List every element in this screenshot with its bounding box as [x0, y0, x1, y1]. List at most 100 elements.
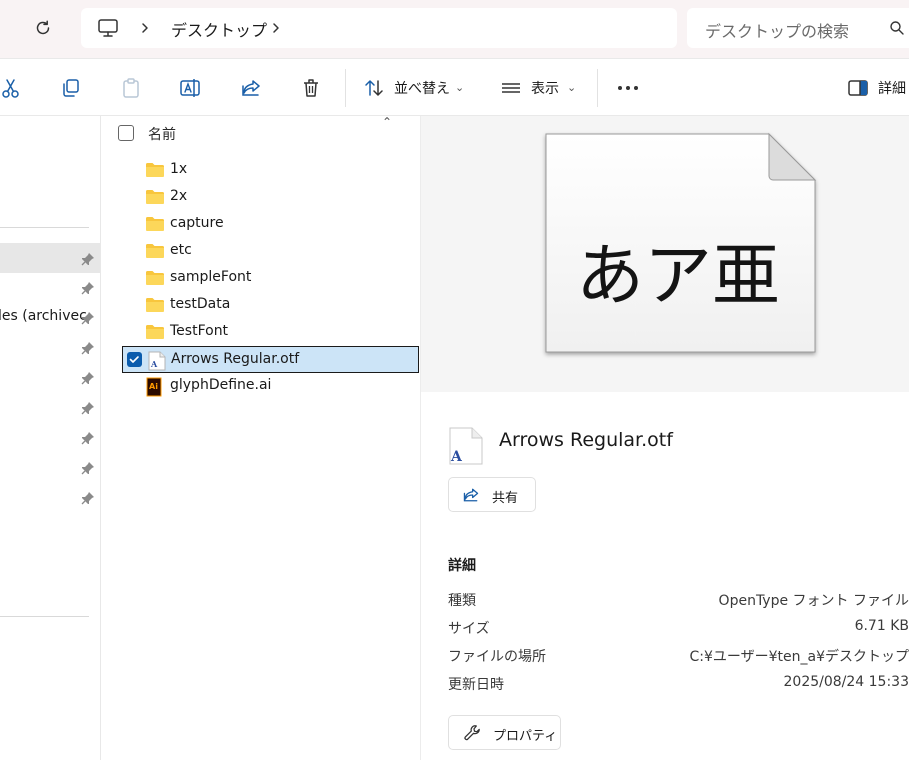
pin-icon	[81, 490, 95, 505]
computer-icon[interactable]	[97, 17, 119, 39]
delete-icon[interactable]	[299, 76, 323, 100]
copy-icon[interactable]	[59, 76, 83, 100]
chevron-down-icon[interactable]: ⌄	[567, 81, 576, 94]
list-item[interactable]: testData	[121, 292, 417, 319]
select-all-checkbox[interactable]	[118, 125, 134, 141]
breadcrumb[interactable]: デスクトップ	[81, 8, 677, 48]
command-bar: 並べ替え ⌄ 表示 ⌄ 詳細	[0, 58, 909, 116]
list-item[interactable]: Ai glyphDefine.ai	[121, 373, 417, 400]
file-list: 名前 ⌃ 1x 2x capture etc sampleFont testDa…	[101, 115, 421, 760]
nav-item[interactable]	[0, 452, 100, 482]
list-item-name: capture	[170, 215, 224, 231]
folder-icon	[145, 215, 165, 233]
column-header-name[interactable]: 名前	[148, 124, 176, 144]
chevron-down-icon[interactable]: ⌄	[455, 81, 464, 94]
paste-icon[interactable]	[119, 76, 143, 100]
property-label-size: サイズ	[448, 621, 490, 637]
list-item[interactable]: TestFont	[121, 319, 417, 346]
toolbar-divider	[345, 69, 346, 107]
share-button[interactable]: 共有	[448, 477, 536, 512]
details-button[interactable]: 詳細	[878, 78, 906, 98]
thumbnail-area: あア亜	[421, 116, 909, 392]
details-pane-icon[interactable]	[846, 76, 870, 100]
nav-item[interactable]: les (archivec	[0, 302, 100, 332]
svg-text:Ai: Ai	[149, 382, 158, 391]
share-button-label: 共有	[492, 491, 519, 506]
folder-icon	[145, 269, 165, 287]
property-label-modified: 更新日時	[448, 677, 504, 693]
nav-item[interactable]	[0, 332, 100, 362]
more-options-icon[interactable]	[616, 76, 640, 100]
property-value-location: C:¥ユーザー¥ten_a¥デスクトップ	[689, 649, 909, 665]
row-checkbox[interactable]	[127, 352, 142, 367]
property-label-type: 種類	[448, 593, 476, 609]
list-item-name: Arrows Regular.otf	[171, 351, 300, 367]
pin-icon	[81, 430, 95, 445]
nav-item[interactable]	[0, 392, 100, 422]
folder-icon	[145, 323, 165, 341]
list-item[interactable]: sampleFont	[121, 265, 417, 292]
pin-icon	[81, 310, 95, 325]
share-icon[interactable]	[239, 76, 263, 100]
breadcrumb-item-desktop[interactable]: デスクトップ	[171, 17, 267, 41]
list-item-name: 1x	[170, 161, 188, 177]
view-button[interactable]: 表示	[531, 78, 559, 98]
nav-item[interactable]	[0, 243, 100, 273]
address-bar: デスクトップ デスクトップの検索	[0, 0, 909, 58]
property-value-modified: 2025/08/24 15:33	[783, 674, 909, 690]
list-item-name: 2x	[170, 188, 188, 204]
properties-button[interactable]: プロパティ	[448, 715, 561, 750]
font-thumbnail: あア亜	[545, 132, 817, 353]
rename-icon[interactable]	[179, 76, 203, 100]
thumbnail-text: あア亜	[576, 237, 780, 316]
refresh-icon[interactable]	[31, 16, 55, 40]
chevron-right-icon[interactable]	[140, 18, 152, 38]
folder-icon	[145, 242, 165, 260]
list-item[interactable]: 1x	[121, 157, 417, 184]
svg-text:A: A	[450, 449, 463, 465]
nav-item[interactable]	[0, 482, 100, 512]
properties-button-label: プロパティ	[493, 729, 558, 744]
nav-item[interactable]	[0, 422, 100, 452]
nav-divider	[0, 616, 89, 617]
chevron-right-icon[interactable]	[271, 18, 283, 38]
pin-icon	[81, 460, 95, 475]
search-placeholder: デスクトップの検索	[705, 22, 850, 41]
font-file-icon: A	[448, 426, 484, 466]
list-item[interactable]: 2x	[121, 184, 417, 211]
details-heading: 詳細	[448, 558, 476, 574]
wrench-icon	[463, 724, 481, 742]
list-item[interactable]: etc	[121, 238, 417, 265]
cut-icon[interactable]	[0, 76, 24, 100]
list-item-name: TestFont	[170, 323, 229, 339]
list-item-name: testData	[170, 296, 231, 312]
illustrator-file-icon: Ai	[145, 377, 165, 397]
svg-text:A: A	[150, 359, 158, 369]
preview-file-name: Arrows Regular.otf	[499, 429, 673, 451]
nav-item[interactable]	[0, 362, 100, 392]
sort-ascending-icon: ⌃	[382, 115, 393, 129]
property-label-location: ファイルの場所	[448, 649, 546, 665]
sort-button[interactable]: 並べ替え	[394, 78, 450, 98]
list-item-selected[interactable]: A Arrows Regular.otf	[122, 346, 419, 373]
folder-icon	[145, 161, 165, 179]
pin-icon	[81, 370, 95, 385]
nav-item-label: les (archivec	[0, 308, 87, 324]
search-input[interactable]: デスクトップの検索	[687, 8, 909, 48]
navigation-pane: les (archivec	[0, 116, 101, 760]
list-item[interactable]: capture	[121, 211, 417, 238]
toolbar-divider	[597, 69, 598, 107]
folder-icon	[145, 296, 165, 314]
pin-icon	[81, 251, 95, 266]
sort-icon[interactable]	[362, 76, 386, 100]
share-icon	[462, 486, 480, 504]
list-item-name: glyphDefine.ai	[170, 377, 272, 393]
view-icon[interactable]	[499, 76, 523, 100]
property-value-size: 6.71 KB	[854, 618, 909, 634]
list-item-name: etc	[170, 242, 192, 258]
nav-item[interactable]	[0, 272, 100, 302]
details-pane: あア亜 A Arrows Regular.otf 共有 詳細 種類 OpenTy…	[421, 116, 909, 760]
property-value-type: OpenType フォント ファイル	[718, 593, 909, 609]
pin-icon	[81, 400, 95, 415]
search-icon[interactable]	[889, 20, 905, 36]
